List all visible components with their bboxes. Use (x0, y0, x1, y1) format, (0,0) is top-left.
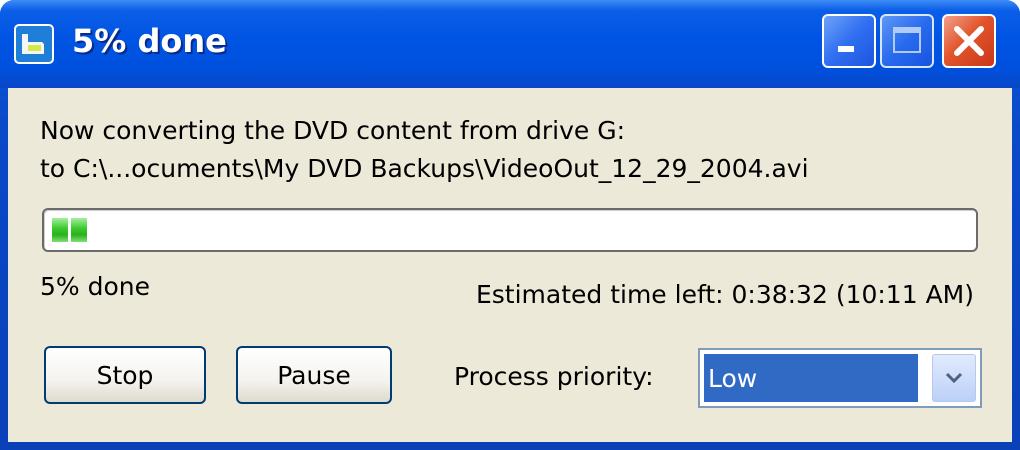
title-bar[interactable]: 5% done (0, 0, 1020, 88)
app-icon (14, 24, 54, 64)
progress-chunk (71, 218, 87, 242)
status-line-source: Now converting the DVD content from driv… (40, 116, 626, 145)
process-priority-label: Process priority: (454, 362, 654, 391)
close-icon (954, 26, 984, 56)
process-priority-value[interactable]: Low (704, 354, 918, 402)
process-priority-select[interactable]: Low (698, 348, 982, 408)
minimize-icon (838, 46, 854, 52)
status-line-destination: to C:\...ocuments\My DVD Backups\VideoOu… (40, 154, 809, 183)
progress-percent-label: 5% done (40, 272, 150, 301)
converter-window: 5% done Now converting the DVD content f… (0, 0, 1020, 450)
chevron-down-icon (945, 372, 963, 384)
maximize-icon (893, 27, 921, 53)
close-button[interactable] (942, 14, 996, 68)
progress-bar (42, 208, 978, 252)
progress-fill (52, 218, 87, 242)
minimize-button[interactable] (822, 14, 876, 68)
pause-button[interactable]: Pause (236, 346, 392, 404)
stop-button[interactable]: Stop (44, 346, 206, 404)
maximize-button[interactable] (880, 14, 934, 68)
dialog-body: Now converting the DVD content from driv… (8, 88, 1012, 442)
progress-chunk (52, 218, 68, 242)
dropdown-button[interactable] (932, 354, 976, 402)
window-title: 5% done (72, 22, 227, 60)
estimated-time-label: Estimated time left: 0:38:32 (10:11 AM) (475, 280, 974, 309)
